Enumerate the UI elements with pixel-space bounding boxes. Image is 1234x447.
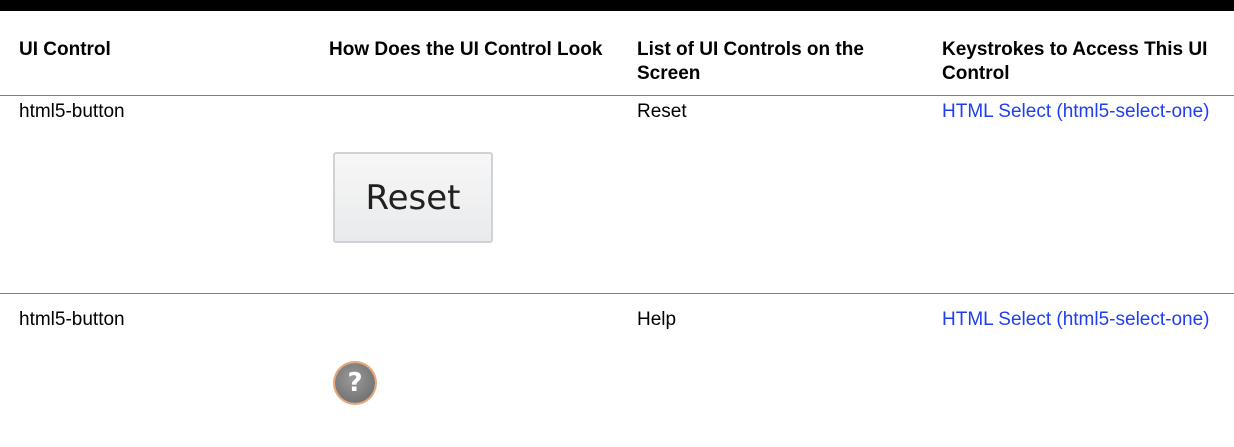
table-row: html5-button Help HTML Select (html5-sel… bbox=[0, 308, 1234, 443]
keystrokes-cell: HTML Select (html5-select-one) bbox=[942, 100, 1232, 124]
html-select-link[interactable]: HTML Select (html5-select-one) bbox=[942, 101, 1209, 122]
control-list-cell: Reset bbox=[637, 101, 687, 122]
ui-control-cell: html5-button bbox=[19, 101, 125, 122]
reset-button-image: Reset bbox=[333, 152, 493, 243]
table-top-bar bbox=[0, 0, 1234, 11]
help-icon: ? bbox=[335, 363, 375, 403]
header-keystrokes: Keystrokes to Access This UI Control bbox=[942, 39, 1208, 84]
ui-control-cell: html5-button bbox=[19, 309, 125, 330]
table-header-row: UI Control How Does the UI Control Look … bbox=[0, 38, 1234, 90]
control-list-cell: Help bbox=[637, 309, 677, 330]
html-select-link[interactable]: HTML Select (html5-select-one) bbox=[942, 309, 1209, 330]
row-divider bbox=[0, 293, 1234, 294]
header-ui-control: UI Control bbox=[19, 39, 111, 60]
keystrokes-cell: HTML Select (html5-select-one) bbox=[942, 308, 1232, 332]
table-row: html5-button Reset HTML Select (html5-se… bbox=[0, 100, 1234, 290]
header-list-of-controls: List of UI Controls on the Screen bbox=[637, 39, 864, 84]
header-how-does-look: How Does the UI Control Look bbox=[329, 39, 603, 60]
document-page: UI Control How Does the UI Control Look … bbox=[0, 0, 1234, 447]
header-divider bbox=[0, 95, 1234, 96]
